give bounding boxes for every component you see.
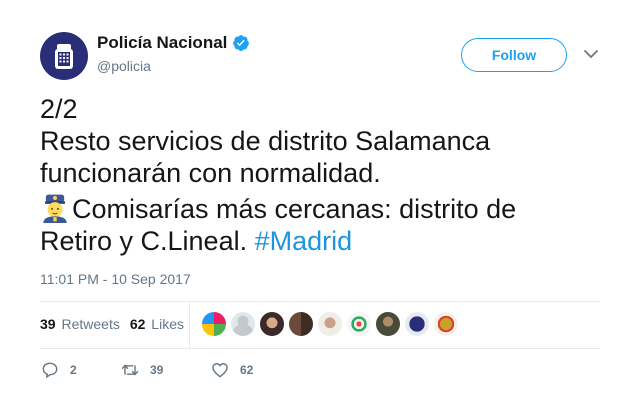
hashtag-link[interactable]: #Madrid [255,226,353,256]
tweet-timestamp[interactable]: 11:01 PM - 10 Sep 2017 [40,271,191,287]
tweet-line-4-text: Comisarías más cercanas: distrito de [72,194,517,224]
tweet-actions: 2 39 62 [40,360,253,380]
reply-count: 2 [70,363,77,377]
likers-avatars [201,311,462,337]
follow-button[interactable]: Follow [461,38,567,72]
retweet-icon [121,364,139,376]
liker-avatar[interactable] [201,311,227,337]
tweet-line-with-emoji: Comisarías más cercanas: distrito de [40,193,610,225]
divider [40,348,600,349]
retweet-button[interactable]: 39 [120,360,210,380]
retweets-count: 39 [40,316,56,332]
verified-badge-icon [232,34,250,52]
retweet-count: 39 [150,363,164,377]
reply-icon [42,362,58,378]
tweet-line: Resto servicios de distrito Salamanca [40,126,491,156]
author-avatar[interactable] [40,32,88,80]
police-officer-emoji-icon [43,194,67,223]
tweet-line: funcionarán con normalidad. [40,158,381,188]
divider [40,301,600,302]
liker-avatar[interactable] [375,311,401,337]
likes-count: 62 [129,316,146,332]
retweets-label: Retweets [61,316,120,332]
liker-avatar[interactable] [288,311,314,337]
reply-button[interactable]: 2 [40,360,120,380]
author-display-name[interactable]: Policía Nacional [97,33,227,53]
tweet-card: Policía Nacional @policia Follow 2/2 Res… [0,0,640,410]
author-handle[interactable]: @policia [97,58,250,74]
likes-stat[interactable]: 62 Likes [130,316,184,332]
retweets-stat[interactable]: 39 Retweets [40,316,120,332]
tweet-line-5-text: Retiro y C.Lineal. [40,226,255,256]
liker-avatar[interactable] [346,311,372,337]
liker-avatar[interactable] [230,311,256,337]
liker-avatar[interactable] [259,311,285,337]
liker-avatar[interactable] [433,311,459,337]
heart-icon [212,363,228,378]
tweet-stats: 39 Retweets 62 Likes [40,316,194,332]
chevron-down-icon[interactable] [583,48,599,60]
tweet-line: Retiro y C.Lineal. #Madrid [40,225,610,257]
like-button[interactable]: 62 [210,360,253,380]
like-count: 62 [240,363,254,377]
divider [189,302,190,348]
police-badge-icon [46,38,82,74]
likes-label: Likes [151,316,184,332]
tweet-text: 2/2 Resto servicios de distrito Salamanc… [40,93,610,257]
liker-avatar[interactable] [317,311,343,337]
liker-avatar[interactable] [404,311,430,337]
author-block: Policía Nacional @policia [97,33,250,74]
tweet-line: 2/2 [40,94,78,124]
